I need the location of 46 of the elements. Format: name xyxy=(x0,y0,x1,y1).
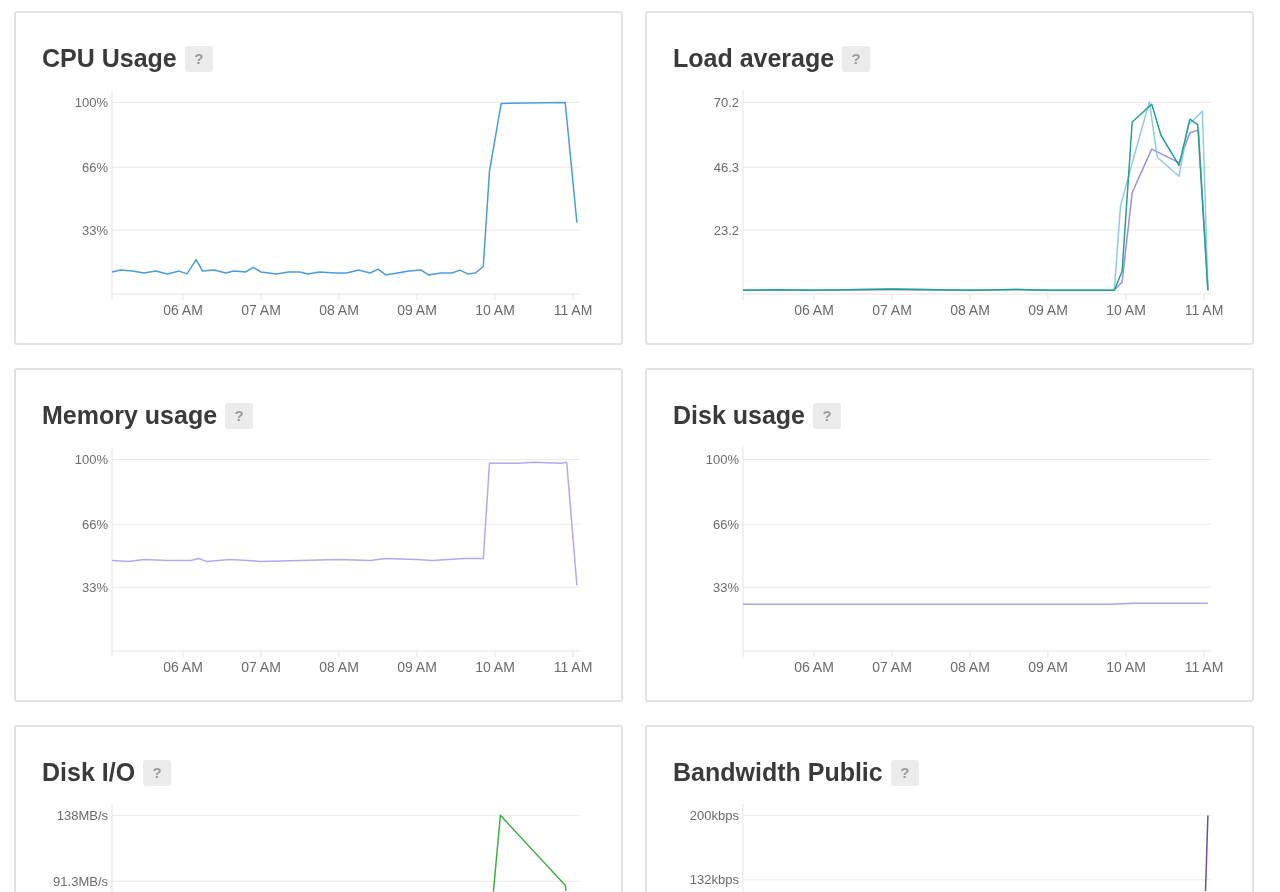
axis-tick-label: 10 AM xyxy=(475,302,515,318)
axis-tick-label: 66% xyxy=(81,159,108,175)
axis-tick-label: 132kbps xyxy=(689,872,739,888)
axis-tick-label: 100% xyxy=(74,451,108,467)
chart-title: Bandwidth Public xyxy=(673,757,883,789)
axis-tick-label: 08 AM xyxy=(950,302,990,318)
axis-tick-label: 06 AM xyxy=(794,659,834,675)
axis-tick-label: 66% xyxy=(712,516,739,532)
axis-tick-label: 11 AM xyxy=(1184,302,1224,318)
axis-tick-label: 33% xyxy=(712,579,739,595)
axis-tick-label: 07 AM xyxy=(872,659,912,675)
axis-tick-label: 08 AM xyxy=(319,659,359,675)
axis-tick-label: 200kbps xyxy=(689,807,739,823)
axis-tick-label: 138MB/s xyxy=(56,807,108,823)
axis-tick-label: 10 AM xyxy=(1106,302,1146,318)
axis-tick-label: 11 AM xyxy=(553,302,593,318)
axis-tick-label: 91.3MB/s xyxy=(53,873,108,889)
chart-title: Disk usage xyxy=(673,400,805,432)
axis-tick-label: 100% xyxy=(74,94,108,110)
axis-tick-label: 08 AM xyxy=(950,659,990,675)
axis-tick-label: 08 AM xyxy=(319,302,359,318)
axis-tick-label: 33% xyxy=(81,222,108,238)
axis-tick-label: 06 AM xyxy=(163,302,203,318)
axis-tick-label: 100% xyxy=(705,451,739,467)
axis-tick-label: 11 AM xyxy=(1184,659,1224,675)
axis-tick-label: 10 AM xyxy=(475,659,515,675)
axis-tick-label: 07 AM xyxy=(872,302,912,318)
axis-tick-label: 23.2 xyxy=(713,222,739,238)
axis-tick-label: 07 AM xyxy=(241,302,281,318)
axis-tick-label: 11 AM xyxy=(553,659,593,675)
axis-tick-label: 09 AM xyxy=(1028,302,1068,318)
chart-title: Disk I/O xyxy=(42,757,136,789)
axis-tick-label: 46.3 xyxy=(713,159,739,175)
axis-tick-label: 07 AM xyxy=(241,659,281,675)
axis-tick-label: 66% xyxy=(81,516,108,532)
axis-tick-label: 70.2 xyxy=(713,94,739,110)
chart-title: Memory usage xyxy=(42,400,218,432)
chart-title: Load average xyxy=(673,43,835,75)
axis-tick-label: 10 AM xyxy=(1106,659,1146,675)
axis-tick-label: 06 AM xyxy=(794,302,834,318)
chart-title: CPU Usage xyxy=(42,43,177,75)
axis-tick-label: 09 AM xyxy=(397,302,437,318)
axis-tick-label: 06 AM xyxy=(163,659,203,675)
axis-tick-label: 09 AM xyxy=(1028,659,1068,675)
axis-tick-label: 09 AM xyxy=(397,659,437,675)
axis-tick-label: 33% xyxy=(81,579,108,595)
